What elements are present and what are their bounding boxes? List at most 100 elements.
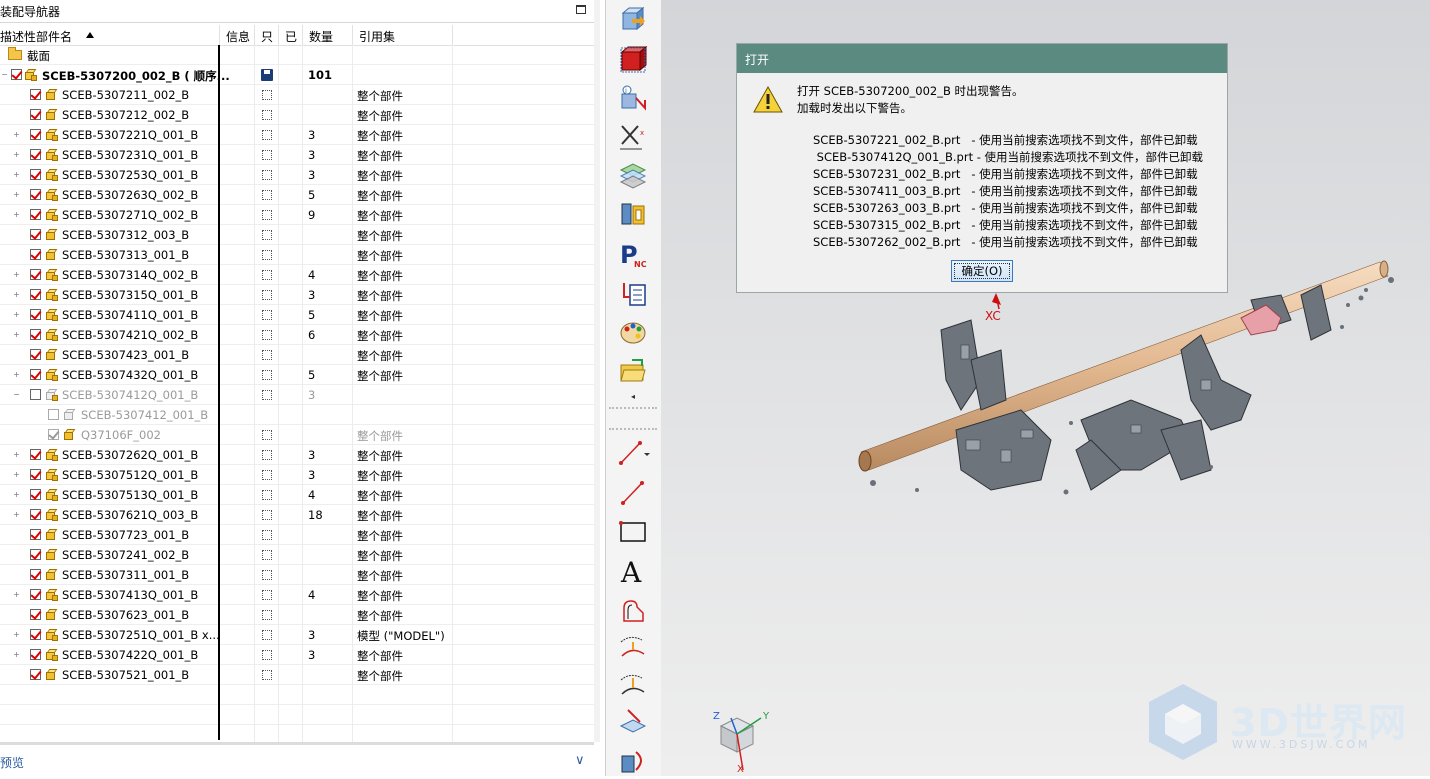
visibility-checkbox[interactable]: [30, 129, 41, 140]
column-name[interactable]: 描述性部件名: [0, 28, 72, 45]
line-tool-icon[interactable]: [616, 437, 650, 467]
line-segment-icon[interactable]: [616, 477, 650, 507]
column-modified[interactable]: 已: [285, 28, 297, 45]
curve-project-icon[interactable]: [616, 632, 650, 662]
list-export-icon[interactable]: [616, 280, 650, 310]
nc-manufacturing-icon[interactable]: P NC: [616, 240, 650, 270]
curve-offset-icon[interactable]: [616, 670, 650, 700]
visibility-checkbox[interactable]: [30, 609, 41, 620]
shape-outline-icon[interactable]: [616, 597, 650, 627]
visibility-checkbox[interactable]: [30, 549, 41, 560]
visibility-checkbox[interactable]: [30, 349, 41, 360]
column-readonly[interactable]: 只: [261, 28, 273, 45]
rectangle-icon[interactable]: [616, 517, 650, 547]
visibility-checkbox[interactable]: [30, 369, 41, 380]
palette-icon[interactable]: [616, 318, 650, 348]
tree-row[interactable]: 截面: [0, 45, 594, 65]
tree-row[interactable]: + SCEB-5307251Q_001_B x... 3 模型 ("MODEL"): [0, 625, 594, 645]
visibility-checkbox[interactable]: [30, 469, 41, 480]
open-part-icon[interactable]: [616, 5, 650, 35]
dimension-icon[interactable]: x: [616, 122, 650, 152]
visibility-checkbox[interactable]: [30, 249, 41, 260]
expand-icon[interactable]: +: [13, 491, 20, 499]
visibility-checkbox[interactable]: [48, 429, 59, 440]
tree-row[interactable]: SCEB-5307241_002_B 整个部件: [0, 545, 594, 565]
tree-row[interactable]: + SCEB-5307221Q_001_B 3 整个部件: [0, 125, 594, 145]
extrude-icon[interactable]: [616, 746, 650, 776]
tree-row[interactable]: Q37106F_002 整个部件: [0, 425, 594, 445]
tree-row[interactable]: + SCEB-5307315Q_001_B 3 整个部件: [0, 285, 594, 305]
expand-icon[interactable]: +: [13, 131, 20, 139]
tree-row[interactable]: SCEB-5307212_002_B 整个部件: [0, 105, 594, 125]
tree-row[interactable]: − SCEB-5307412Q_001_B 3: [0, 385, 594, 405]
vertical-scrollbar[interactable]: [594, 0, 600, 742]
visibility-checkbox[interactable]: [30, 389, 41, 400]
tree-row[interactable]: − SCEB-5307200_002_B ( 顺序... 101: [0, 65, 594, 85]
visibility-checkbox[interactable]: [30, 329, 41, 340]
tree-row[interactable]: SCEB-5307313_001_B 整个部件: [0, 245, 594, 265]
tree-row[interactable]: + SCEB-5307421Q_002_B 6 整个部件: [0, 325, 594, 345]
surface-edit-icon[interactable]: [616, 706, 650, 736]
visibility-checkbox[interactable]: [30, 189, 41, 200]
collapse-icon[interactable]: −: [1, 71, 8, 79]
tree-row[interactable]: SCEB-5307312_003_B 整个部件: [0, 225, 594, 245]
expand-icon[interactable]: +: [13, 291, 20, 299]
preview-panel-header[interactable]: 预览 ∨: [0, 742, 594, 779]
tree-row[interactable]: + SCEB-5307413Q_001_B 4 整个部件: [0, 585, 594, 605]
tree-row[interactable]: SCEB-5307623_001_B 整个部件: [0, 605, 594, 625]
tree-row[interactable]: + SCEB-5307263Q_002_B 5 整个部件: [0, 185, 594, 205]
dialog-title-bar[interactable]: 打开: [737, 44, 1227, 73]
toolbar-overflow-icon[interactable]: ◂: [616, 387, 650, 405]
visibility-checkbox[interactable]: [30, 489, 41, 500]
visibility-checkbox[interactable]: [30, 169, 41, 180]
expand-icon[interactable]: +: [13, 271, 20, 279]
tree-row[interactable]: + SCEB-5307314Q_002_B 4 整个部件: [0, 265, 594, 285]
expand-icon[interactable]: +: [13, 211, 20, 219]
tree-row[interactable]: + SCEB-5307253Q_001_B 3 整个部件: [0, 165, 594, 185]
tree-row[interactable]: SCEB-5307211_002_B 整个部件: [0, 85, 594, 105]
tree-row[interactable]: + SCEB-5307422Q_001_B 3 整个部件: [0, 645, 594, 665]
visibility-checkbox[interactable]: [30, 109, 41, 120]
expand-icon[interactable]: +: [13, 331, 20, 339]
visibility-checkbox[interactable]: [11, 69, 22, 80]
column-quantity[interactable]: 数量: [309, 28, 333, 45]
tree-row[interactable]: SCEB-5307521_001_B 整个部件: [0, 665, 594, 685]
expand-icon[interactable]: +: [13, 371, 20, 379]
expand-icon[interactable]: +: [13, 591, 20, 599]
tree-row[interactable]: SCEB-5307311_001_B 整个部件: [0, 565, 594, 585]
visibility-checkbox[interactable]: [48, 409, 59, 420]
column-info[interactable]: 信息: [226, 28, 250, 45]
tree-row[interactable]: + SCEB-5307411Q_001_B 5 整个部件: [0, 305, 594, 325]
visibility-checkbox[interactable]: [30, 449, 41, 460]
body-cube-icon[interactable]: [616, 45, 650, 75]
expand-icon[interactable]: +: [13, 151, 20, 159]
collapse-icon[interactable]: −: [13, 391, 20, 399]
expand-icon[interactable]: +: [13, 451, 20, 459]
expand-icon[interactable]: +: [13, 651, 20, 659]
visibility-checkbox[interactable]: [30, 229, 41, 240]
expand-icon[interactable]: +: [13, 631, 20, 639]
expand-icon[interactable]: +: [13, 191, 20, 199]
visibility-checkbox[interactable]: [30, 209, 41, 220]
visibility-checkbox[interactable]: [30, 309, 41, 320]
visibility-checkbox[interactable]: [30, 649, 41, 660]
column-refset[interactable]: 引用集: [359, 28, 395, 45]
tree-row[interactable]: + SCEB-5307512Q_001_B 3 整个部件: [0, 465, 594, 485]
visibility-checkbox[interactable]: [30, 629, 41, 640]
tree-row[interactable]: + SCEB-5307271Q_002_B 9 整个部件: [0, 205, 594, 225]
maximize-icon[interactable]: [576, 5, 586, 14]
tree-row[interactable]: + SCEB-5307513Q_001_B 4 整个部件: [0, 485, 594, 505]
chevron-down-icon[interactable]: ∨: [575, 753, 585, 768]
tree-row[interactable]: + SCEB-5307231Q_001_B 3 整个部件: [0, 145, 594, 165]
tree-row[interactable]: SCEB-5307412_001_B: [0, 405, 594, 425]
tree-row[interactable]: + SCEB-5307262Q_001_B 3 整个部件: [0, 445, 594, 465]
visibility-checkbox[interactable]: [30, 569, 41, 580]
tree-row[interactable]: + SCEB-5307432Q_001_B 5 整个部件: [0, 365, 594, 385]
expand-icon[interactable]: +: [13, 311, 20, 319]
text-icon[interactable]: A: [616, 556, 650, 586]
assembly-constraint-icon[interactable]: [616, 200, 650, 230]
info-icon[interactable]: i: [616, 84, 650, 114]
visibility-checkbox[interactable]: [30, 269, 41, 280]
sort-ascending-icon[interactable]: [86, 32, 94, 38]
ok-button[interactable]: 确定(O): [951, 260, 1013, 282]
